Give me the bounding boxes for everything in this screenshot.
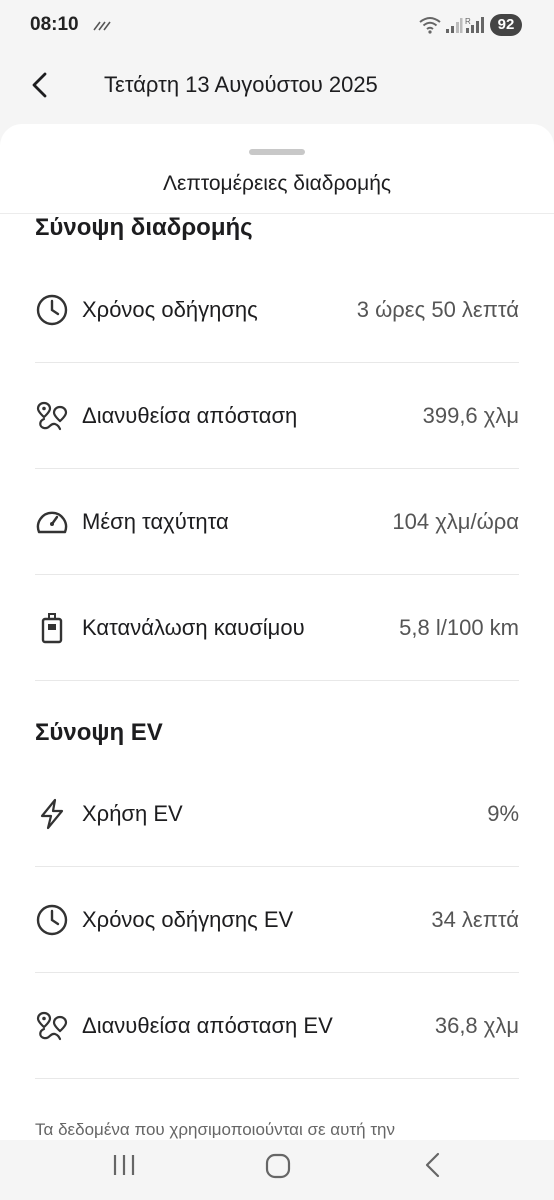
sheet-title: Λεπτομέρειες διαδρομής xyxy=(162,172,392,195)
clock-icon xyxy=(36,904,68,936)
row-value: 104 χλμ/ώρα xyxy=(392,509,519,534)
speedometer-icon xyxy=(36,511,68,534)
fuel-icon xyxy=(41,613,63,644)
row-value: 3 ώρες 50 λεπτά xyxy=(356,297,519,322)
divider xyxy=(35,1078,519,1079)
clock-icon xyxy=(36,294,68,326)
recent-apps-icon[interactable] xyxy=(111,1152,137,1178)
system-nav-bar xyxy=(0,1140,554,1200)
app-header: Τετάρτη 13 Αυγούστου 2025 xyxy=(0,52,554,124)
notification-dots-icon xyxy=(93,21,111,31)
ev-usage-row: Χρήση EV 9% xyxy=(0,761,554,867)
driving-time-row: Χρόνος οδήγησης 3 ώρες 50 λεπτά xyxy=(0,257,554,363)
row-label: Χρόνος οδήγησης EV xyxy=(82,907,294,932)
ev-summary-title: Σύνοψη EV xyxy=(35,719,163,746)
svg-text:R: R xyxy=(465,17,471,26)
row-value: 399,6 χλμ xyxy=(422,403,519,428)
trip-summary-title: Σύνοψη διαδρομής xyxy=(35,214,253,241)
status-bar: 08:10 R 92 xyxy=(0,0,554,52)
nav-back-icon[interactable] xyxy=(420,1151,446,1179)
trip-details-sheet: Λεπτομέρειες διαδρομής Σύνοψη διαδρομής … xyxy=(0,124,554,1140)
back-button[interactable] xyxy=(24,68,58,102)
row-label: Διανυθείσα απόσταση EV xyxy=(82,1013,333,1038)
data-disclaimer-text: Τα δεδομένα που χρησιμοποιούνται σε αυτή… xyxy=(35,1120,395,1139)
row-value: 5,8 l/100 km xyxy=(399,615,519,640)
row-value: 36,8 χλμ xyxy=(434,1013,519,1038)
ev-distance-row: Διανυθείσα απόσταση EV 36,8 χλμ xyxy=(0,973,554,1079)
distance-row: Διανυθείσα απόσταση 399,6 χλμ xyxy=(0,363,554,469)
row-label: Μέση ταχύτητα xyxy=(82,509,229,534)
ev-driving-time-row: Χρόνος οδήγησης EV 34 λεπτά xyxy=(0,867,554,973)
signal-strength-icon xyxy=(446,18,463,33)
route-icon xyxy=(36,1011,68,1041)
home-icon[interactable] xyxy=(264,1152,292,1180)
wifi-icon xyxy=(419,17,441,34)
battery-indicator: 92 xyxy=(490,14,522,36)
status-time: 08:10 xyxy=(30,14,79,35)
divider xyxy=(35,680,519,681)
row-value: 9% xyxy=(487,801,519,826)
row-value: 34 λεπτά xyxy=(431,907,519,932)
fuel-consumption-row: Κατανάλωση καυσίμου 5,8 l/100 km xyxy=(0,575,554,681)
lightning-icon xyxy=(40,798,64,830)
row-label: Χρόνος οδήγησης xyxy=(82,297,258,322)
row-label: Διανυθείσα απόσταση xyxy=(82,403,298,428)
row-label: Χρήση EV xyxy=(82,801,183,826)
page-title: Τετάρτη 13 Αυγούστου 2025 xyxy=(104,72,378,97)
signal-roaming-icon: R xyxy=(465,17,484,33)
route-icon xyxy=(36,401,68,431)
sheet-drag-handle[interactable] xyxy=(249,149,305,155)
average-speed-row: Μέση ταχύτητα 104 χλμ/ώρα xyxy=(0,469,554,575)
row-label: Κατανάλωση καυσίμου xyxy=(82,615,305,640)
